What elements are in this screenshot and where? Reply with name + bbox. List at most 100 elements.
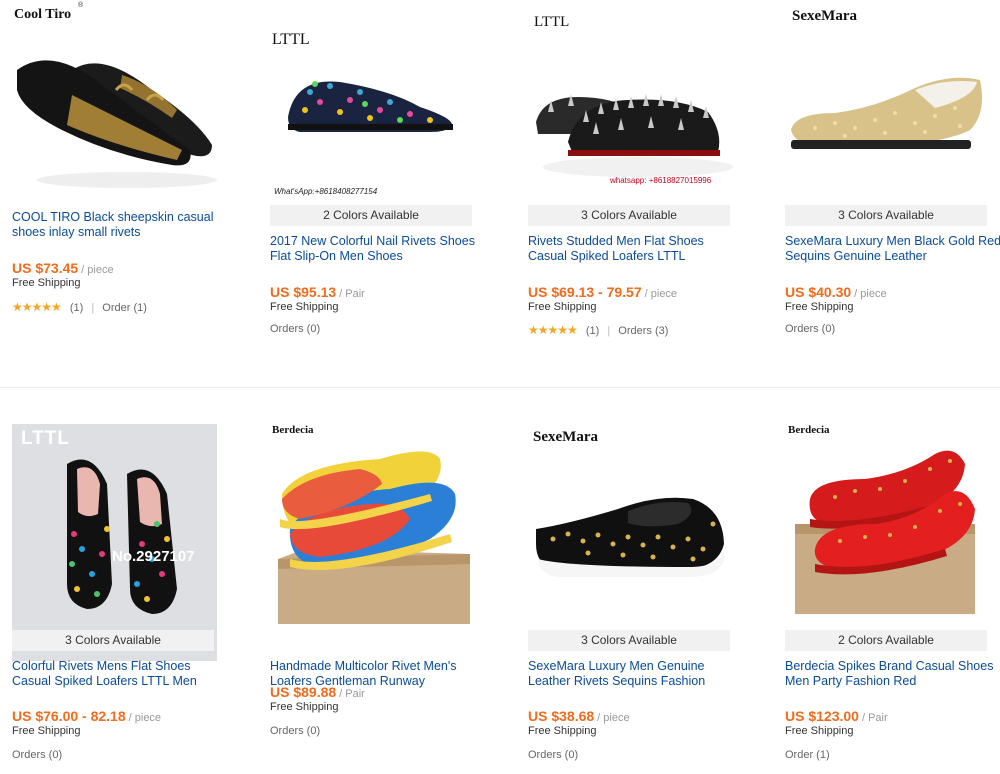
- colors-available-badge: 2 Colors Available: [270, 205, 472, 226]
- product-title-link[interactable]: SexeMara Luxury Men Genuine Leather Rive…: [528, 659, 746, 689]
- product-card[interactable]: SexeMara 3 Colors Available SexeMara Lux…: [785, 0, 1000, 386]
- order-count: Orders (0): [785, 323, 836, 335]
- whatsapp-watermark: What'sApp:+8618408277154: [274, 187, 378, 196]
- product-price: US $69.13 - 79.57/ piece: [528, 284, 677, 300]
- price-value: US $69.13 - 79.57: [528, 284, 642, 300]
- model-watermark: No.2927107: [112, 548, 195, 565]
- brand-logo: SexeMara: [792, 8, 857, 24]
- price-unit: / piece: [81, 264, 114, 276]
- rating-orders: ★★★★★ (1) | Order (1): [12, 300, 147, 314]
- order-count: Orders (0): [270, 725, 321, 737]
- product-image[interactable]: SexeMara: [785, 0, 990, 203]
- product-card[interactable]: Berdecia Handmade Multicolor Rivet Men's…: [270, 388, 488, 774]
- product-price: US $38.68/ piece: [528, 708, 630, 724]
- colors-available-badge: 3 Colors Available: [528, 630, 730, 651]
- price-unit: / piece: [644, 288, 678, 300]
- rating-orders: ★★★★★ (1) | Orders (3): [528, 323, 668, 337]
- shoe-photo: [288, 81, 453, 132]
- shoe-photo: [536, 94, 733, 177]
- price-unit: / piece: [854, 288, 887, 300]
- product-card[interactable]: Cool Tiro ® COOL TIRO Black sheepskin ca…: [12, 0, 230, 386]
- brand-logo: SexeMara: [533, 429, 598, 445]
- product-price: US $95.13/ Pair: [270, 284, 365, 300]
- product-image[interactable]: LTTL What'sApp:+8618408277154: [270, 0, 475, 203]
- shipping-info: Free Shipping: [528, 725, 597, 737]
- rating-orders: Orders (0): [12, 749, 62, 761]
- shoe-photo: [536, 497, 724, 577]
- price-value: US $95.13: [270, 284, 337, 300]
- product-card[interactable]: SexeMara 3 Colors Available SexeMara Lux…: [528, 388, 746, 774]
- price-value: US $38.68: [528, 708, 595, 724]
- brand-logo: Cool Tiro: [14, 7, 72, 22]
- shipping-info: Free Shipping: [785, 725, 854, 737]
- product-row-1: Cool Tiro ® COOL TIRO Black sheepskin ca…: [0, 0, 1000, 386]
- product-title-link[interactable]: COOL TIRO Black sheepskin casual shoes i…: [12, 210, 230, 240]
- price-value: US $40.30: [785, 284, 852, 300]
- colors-available-badge: 3 Colors Available: [12, 630, 214, 651]
- product-price: US $123.00/ Pair: [785, 708, 888, 724]
- order-count: Order (1): [102, 302, 147, 314]
- star-rating-icon[interactable]: ★★★★★: [528, 323, 578, 337]
- product-image[interactable]: Berdecia: [270, 424, 475, 624]
- shipping-info: Free Shipping: [270, 301, 339, 313]
- brand-logo: Berdecia: [272, 424, 314, 436]
- product-image[interactable]: Cool Tiro ®: [12, 0, 217, 203]
- star-rating-icon[interactable]: ★★★★★: [12, 300, 62, 314]
- brand-logo: LTTL: [272, 31, 310, 48]
- product-row-2: LTTL No.2927107 3 Colors Available Color…: [0, 387, 1000, 774]
- price-value: US $123.00: [785, 708, 859, 724]
- product-image[interactable]: LTTL whatsapp: +8618827015996: [528, 0, 733, 203]
- rating-orders: Orders (0): [270, 725, 320, 737]
- shoe-photo: [17, 60, 217, 188]
- review-count[interactable]: (1): [586, 325, 599, 337]
- product-image[interactable]: LTTL No.2927107: [12, 424, 217, 661]
- price-value: US $76.00 - 82.18: [12, 708, 126, 724]
- price-value: US $89.88: [270, 684, 337, 700]
- colors-available-badge: 3 Colors Available: [528, 205, 730, 226]
- price-value: US $73.45: [12, 260, 79, 276]
- product-price: US $76.00 - 82.18/ piece: [12, 708, 161, 724]
- shipping-info: Free Shipping: [528, 301, 597, 313]
- rating-orders: Order (1): [785, 749, 830, 761]
- price-unit: / Pair: [339, 288, 365, 300]
- product-title-link[interactable]: 2017 New Colorful Nail Rivets Shoes Flat…: [270, 234, 488, 264]
- product-title-link[interactable]: SexeMara Luxury Men Black Gold Red Sequi…: [785, 234, 1000, 264]
- price-unit: / Pair: [861, 712, 888, 724]
- shoe-photo: [12, 424, 217, 661]
- whatsapp-watermark: whatsapp: +8618827015996: [610, 176, 712, 185]
- order-count: Orders (0): [12, 749, 63, 761]
- product-title-link[interactable]: Rivets Studded Men Flat Shoes Casual Spi…: [528, 234, 746, 264]
- brand-logo: LTTL: [534, 14, 570, 30]
- product-card[interactable]: LTTL No.2927107 3 Colors Available Color…: [12, 388, 230, 774]
- product-card[interactable]: Berdecia 2 Colors Available Berdecia Spi…: [785, 388, 1000, 774]
- shoe-photo: [795, 450, 975, 614]
- shoe-photo: [278, 451, 470, 624]
- product-image[interactable]: SexeMara: [528, 424, 733, 661]
- divider: |: [91, 302, 95, 314]
- product-image[interactable]: Berdecia: [785, 424, 990, 661]
- divider: |: [607, 325, 611, 337]
- price-unit: / piece: [597, 712, 630, 724]
- brand-logo: LTTL: [21, 428, 71, 449]
- product-title-link[interactable]: Colorful Rivets Mens Flat Shoes Casual S…: [12, 659, 230, 689]
- product-card[interactable]: LTTL What'sApp:+8618408277154 2 Colors A…: [270, 0, 488, 386]
- order-count: Orders (0): [528, 749, 579, 761]
- shipping-info: Free Shipping: [12, 725, 81, 737]
- product-price: US $73.45/ piece: [12, 260, 114, 276]
- rating-orders: Orders (0): [528, 749, 578, 761]
- rating-orders: Orders (0): [785, 323, 835, 335]
- product-card[interactable]: LTTL whatsapp: +8618827015996 3 Colors A…: [528, 0, 746, 386]
- shipping-info: Free Shipping: [270, 701, 339, 713]
- order-count: Order (1): [785, 749, 830, 761]
- order-count: Orders (3): [618, 325, 669, 337]
- review-count[interactable]: (1): [70, 302, 83, 314]
- order-count: Orders (0): [270, 323, 321, 335]
- registered-mark: ®: [78, 2, 84, 9]
- price-unit: / Pair: [339, 688, 365, 700]
- brand-logo: Berdecia: [788, 424, 830, 436]
- shoe-photo: [791, 77, 983, 149]
- product-price: US $40.30/ piece: [785, 284, 887, 300]
- product-title-link[interactable]: Berdecia Spikes Brand Casual Shoes Men P…: [785, 659, 1000, 689]
- colors-available-badge: 3 Colors Available: [785, 205, 987, 226]
- product-price: US $89.88/ Pair: [270, 684, 365, 700]
